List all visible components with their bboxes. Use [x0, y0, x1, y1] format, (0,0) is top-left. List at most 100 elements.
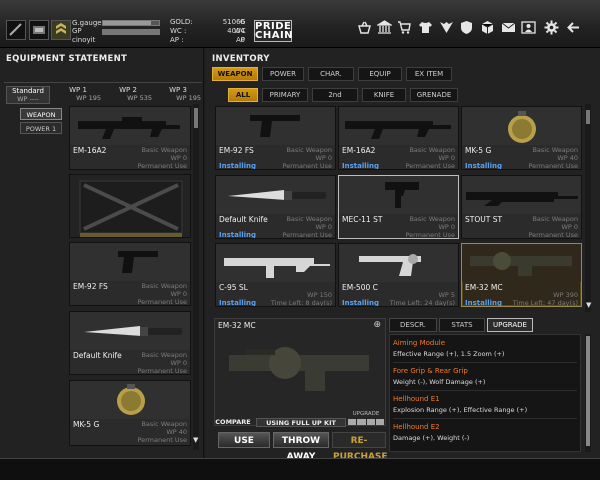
equip-slot-secondary[interactable]: EM-92 FS Basic Weapon WP 0 Permanent Use [69, 242, 191, 306]
tab-ex-item[interactable]: EX ITEM [406, 67, 452, 81]
knife-image [216, 176, 335, 214]
upgrade-scrollbar[interactable] [585, 334, 591, 452]
inventory-item[interactable]: EM-92 FS Basic Weapon WP 0 Installing Pe… [215, 106, 336, 170]
upgrade-list: Aiming Module Effective Range (+), 1.5 Z… [389, 334, 581, 452]
shirt-icon[interactable] [417, 20, 434, 37]
wp-tab-label: WP 2 [119, 86, 137, 94]
shield-icon[interactable] [458, 20, 475, 37]
weapon-name: MK-5 G [73, 420, 100, 429]
wp-tab-2[interactable]: WP 2 WP 535 [104, 86, 152, 104]
tab-char[interactable]: CHAR. [308, 67, 354, 81]
item-detail-preview: EM-32 MC ⊕ [214, 318, 386, 426]
item-wp: WP 0 [561, 223, 578, 231]
item-wp: WP 40 [557, 154, 578, 162]
inventory-item[interactable]: EM-16A2 Basic Weapon WP 0 Installing Per… [338, 106, 459, 170]
basket-icon[interactable] [356, 20, 373, 37]
tab-description[interactable]: DESCR. [389, 318, 437, 332]
exit-icon[interactable] [565, 20, 582, 37]
use-button[interactable]: USE [218, 432, 270, 448]
upgrade-slots [348, 419, 384, 425]
tab-power[interactable]: POWER [262, 67, 304, 81]
inventory-item[interactable]: C-95 SL WP 150 Installing Time Left: 8 d… [215, 243, 336, 307]
wp-tab-3[interactable]: WP 3 WP 195 [155, 86, 201, 104]
item-wp: WP 0 [438, 154, 455, 162]
weapon-image [70, 107, 190, 145]
inventory-item[interactable]: MEC-11 ST Basic Weapon WP 0 Permanent Us… [338, 175, 459, 239]
subtab-all[interactable]: ALL [228, 88, 258, 102]
item-type: Basic Weapon [286, 146, 332, 154]
item-usage: Permanent Use [528, 231, 578, 239]
item-type: Basic Weapon [286, 215, 332, 223]
item-wp: WP 150 [307, 291, 332, 299]
tab-upgrade[interactable]: UPGRADE [487, 318, 533, 332]
upgrade-item: Hellhound E2 Damage (+), Weight (-) [393, 423, 577, 447]
inventory-item-selected[interactable]: EM-32 MC WP 390 Installing Time Left: 47… [461, 243, 582, 307]
item-usage: Time Left: 47 day(s) [512, 299, 578, 307]
equipment-title: EQUIPMENT STATEMENT [6, 54, 128, 64]
weapon-name: Default Knife [73, 351, 122, 360]
emblem-icon[interactable] [438, 20, 455, 37]
item-type: Basic Weapon [409, 146, 455, 154]
full-up-kit-button[interactable]: USING FULL UP KIT [256, 418, 346, 427]
tab-weapon[interactable]: WEAPON [212, 67, 258, 81]
grenade-image [70, 381, 190, 419]
inventory-item[interactable]: MK-5 G Basic Weapon WP 40 Installing Per… [461, 106, 582, 170]
mail-icon[interactable] [500, 20, 517, 37]
inventory-item[interactable]: Default Knife Basic Weapon WP 0 Installi… [215, 175, 336, 239]
locked-slot-icon [79, 180, 183, 237]
ap-unit: AP [236, 36, 246, 44]
gp-label: GP [72, 27, 82, 35]
item-name: EM-16A2 [342, 146, 376, 155]
equip-slot-primary[interactable]: EM-16A2 Basic Weapon WP 0 Permanent Use [69, 106, 191, 170]
wp-tab-label: Standard [12, 87, 44, 95]
item-status: Installing [342, 299, 380, 307]
repurchase-button[interactable]: RE-PURCHASE [332, 432, 388, 462]
subtab-2nd[interactable]: 2nd [312, 88, 358, 102]
inventory-scrollbar[interactable] [585, 104, 591, 312]
tab-equip[interactable]: EQUIP [358, 67, 402, 81]
inventory-item[interactable]: EM-500 C WP 5 Installing Time Left: 24 d… [338, 243, 459, 307]
upgrade-title: Aiming Module [393, 339, 446, 347]
equipment-scrollbar[interactable] [193, 104, 199, 450]
inventory-item[interactable]: STOUT ST Basic Weapon WP 0 Permanent Use [461, 175, 582, 239]
gear-icon[interactable] [543, 20, 560, 37]
item-name: EM-32 MC [465, 283, 503, 292]
item-wp: WP 390 [553, 291, 578, 299]
upgrade-item: Fore Grip & Rear Grip Weight (-), Wolf D… [393, 367, 577, 391]
upgrade-title: Hellhound E1 [393, 395, 440, 403]
weapon-usage: Permanent Use [137, 367, 187, 375]
bank-icon[interactable] [375, 20, 394, 37]
tab-stats[interactable]: STATS [439, 318, 485, 332]
item-wp: WP 0 [438, 223, 455, 231]
item-status: Installing [342, 162, 380, 170]
upgrade-title: Fore Grip & Rear Grip [393, 367, 468, 375]
wp-tab-standard[interactable]: Standard WP ---- [6, 86, 50, 104]
crate-icon[interactable] [479, 20, 496, 37]
upgrade-item: Aiming Module Effective Range (+), 1.5 Z… [393, 339, 577, 363]
wp-tab-1[interactable]: WP 1 WP 195 [55, 86, 101, 104]
zoom-icon[interactable]: ⊕ [373, 320, 381, 330]
weapon-usage: Permanent Use [137, 298, 187, 306]
side-button-power[interactable]: POWER 1 [20, 122, 62, 134]
scroll-down-icon[interactable]: ▼ [586, 301, 591, 309]
equip-slot-knife[interactable]: Default Knife Basic Weapon WP 0 Permanen… [69, 311, 191, 375]
side-button-weapon[interactable]: WEAPON [20, 108, 62, 120]
throw-away-button[interactable]: THROW AWAY [273, 432, 329, 462]
menu-icon[interactable] [6, 20, 26, 40]
user-icon[interactable] [520, 20, 537, 37]
equip-slot-locked[interactable] [69, 174, 191, 238]
equip-slot-grenade[interactable]: MK-5 G Basic Weapon WP 40 Permanent Use [69, 380, 191, 446]
scroll-down-icon[interactable]: ▼ [193, 436, 198, 444]
gauge-label: G.gauge [72, 19, 102, 27]
grenade-launcher-preview [229, 347, 369, 391]
item-type: Basic Weapon [409, 215, 455, 223]
cart-icon[interactable] [396, 20, 413, 37]
subtab-primary[interactable]: PRIMARY [262, 88, 308, 102]
subtab-grenade[interactable]: GRENADE [410, 88, 458, 102]
game-logo: PRIDE CHAIN [254, 20, 293, 42]
upgrade-title: Hellhound E2 [393, 423, 440, 431]
compare-button[interactable]: COMPARE [214, 418, 252, 427]
weapon-wp: WP 0 [170, 359, 187, 367]
item-name: C-95 SL [219, 283, 248, 292]
subtab-knife[interactable]: KNIFE [362, 88, 406, 102]
